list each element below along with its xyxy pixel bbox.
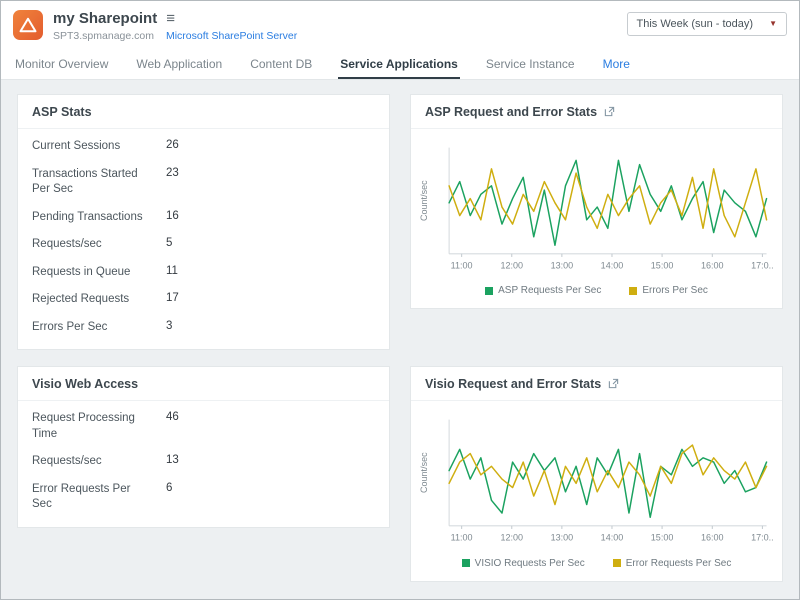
stat-value: 13 [152,454,179,466]
stat-value: 23 [152,167,179,179]
chart-title-visio: Visio Request and Error Stats [425,377,601,391]
legend-swatch-icon [462,559,470,567]
svg-text:11:00: 11:00 [451,533,473,543]
tab-monitor-overview[interactable]: Monitor Overview [13,48,110,79]
time-range-value: This Week (sun - today) [637,18,754,30]
card-grid: ASP Stats Current Sessions26Transactions… [17,94,783,582]
dashboard-content: ASP Stats Current Sessions26Transactions… [1,80,799,599]
stat-row: Requests in Queue11 [32,259,375,287]
legend-label: VISIO Requests Per Sec [475,558,585,569]
external-link-icon[interactable] [604,106,615,117]
legend-label: Errors Per Sec [642,285,708,296]
stat-value: 11 [152,265,178,277]
page-title: my Sharepoint [53,10,157,27]
legend-item[interactable]: Error Requests Per Sec [613,558,732,569]
asp-chart-card: ASP Request and Error Stats Count/sec 11:… [410,94,783,309]
line-chart: Count/sec 11:00 12:00 13:00 14:00 15:00 16:00 1… [413,137,774,281]
card-title-visio-stats: Visio Web Access [18,367,389,401]
svg-text:17:0..: 17:0.. [751,261,774,271]
time-range-dropdown[interactable]: This Week (sun - today) ▼ [627,12,787,36]
stat-row: Requests/sec5 [32,231,375,259]
stat-label: Transactions Started Per Sec [32,167,152,198]
tab-web-application[interactable]: Web Application [134,48,224,79]
sharepoint-monitor-logo [13,10,43,40]
app-window: my Sharepoint ≡ SPT3.spmanage.com Micros… [0,0,800,600]
legend-item[interactable]: VISIO Requests Per Sec [462,558,585,569]
triangle-logo-icon [18,15,38,35]
stat-label: Requests in Queue [32,265,152,281]
tab-bar: Monitor Overview Web Application Content D… [1,48,799,80]
tab-service-instance[interactable]: Service Instance [484,48,577,79]
svg-text:12:00: 12:00 [500,261,523,271]
stat-row: Rejected Requests17 [32,286,375,314]
stat-value: 3 [152,320,172,332]
legend-item[interactable]: ASP Requests Per Sec [485,285,601,296]
stat-label: Requests/sec [32,237,152,253]
hamburger-menu-icon[interactable]: ≡ [166,11,175,26]
legend-swatch-icon [485,287,493,295]
legend-label: Error Requests Per Sec [626,558,732,569]
svg-text:16:00: 16:00 [701,533,724,543]
svg-text:12:00: 12:00 [500,533,523,543]
stat-label: Error Requests Per Sec [32,482,152,513]
svg-text:17:0..: 17:0.. [751,533,774,543]
visio-stats-list: Request Processing Time46Requests/sec13E… [18,401,389,527]
stat-row: Request Processing Time46 [32,405,375,448]
visio-chart-card: Visio Request and Error Stats Count/sec 1… [410,366,783,581]
visio-chart-legend: VISIO Requests Per Sec Error Requests Per… [411,554,782,581]
svg-text:13:00: 13:00 [551,533,574,543]
chart-wrap: Count/sec 11:00 12:00 13:00 14:00 15:00 16:00 1… [411,129,782,281]
chart-wrap: Count/sec 11:00 12:00 13:00 14:00 15:00 16:00 1… [411,401,782,553]
external-link-icon[interactable] [608,378,619,389]
stat-row: Errors Per Sec3 [32,314,375,342]
stat-row: Current Sessions26 [32,133,375,161]
card-title-asp-stats: ASP Stats [18,95,389,129]
stat-row: Requests/sec13 [32,448,375,476]
stat-label: Rejected Requests [32,292,152,308]
stat-label: Pending Transactions [32,210,152,226]
stat-value: 46 [152,411,179,423]
svg-text:14:00: 14:00 [601,261,624,271]
stat-value: 6 [152,482,172,494]
legend-swatch-icon [629,287,637,295]
svg-text:14:00: 14:00 [601,533,624,543]
stat-label: Request Processing Time [32,411,152,442]
tab-content-db[interactable]: Content DB [248,48,314,79]
visio-chart-area: Count/sec 11:00 12:00 13:00 14:00 15:00 16:00 1… [413,409,774,553]
stat-label: Requests/sec [32,454,152,470]
server-type-link[interactable]: Microsoft SharePoint Server [166,30,297,42]
asp-chart-legend: ASP Requests Per Sec Errors Per Sec [411,281,782,308]
stat-row: Pending Transactions16 [32,204,375,232]
monitor-host: SPT3.spmanage.com [53,30,154,42]
header-text: my Sharepoint ≡ SPT3.spmanage.com Micros… [53,10,297,42]
tab-more[interactable]: More [601,48,632,79]
asp-stats-list: Current Sessions26Transactions Started P… [18,129,389,349]
svg-text:Count/sec: Count/sec [419,452,429,493]
svg-text:13:00: 13:00 [551,261,574,271]
stat-value: 26 [152,139,179,151]
asp-stats-card: ASP Stats Current Sessions26Transactions… [17,94,390,350]
legend-label: ASP Requests Per Sec [498,285,601,296]
stat-value: 5 [152,237,172,249]
asp-chart-area: Count/sec 11:00 12:00 13:00 14:00 15:00 16:00 1… [413,137,774,281]
stat-label: Current Sessions [32,139,152,155]
stat-row: Transactions Started Per Sec23 [32,161,375,204]
tab-service-applications[interactable]: Service Applications [338,48,460,79]
chart-title-asp: ASP Request and Error Stats [425,105,597,119]
svg-text:16:00: 16:00 [701,261,724,271]
svg-text:15:00: 15:00 [651,533,674,543]
svg-text:15:00: 15:00 [651,261,674,271]
line-chart: Count/sec 11:00 12:00 13:00 14:00 15:00 16:00 1… [413,409,774,553]
app-header: my Sharepoint ≡ SPT3.spmanage.com Micros… [1,1,799,48]
legend-swatch-icon [613,559,621,567]
chevron-down-icon: ▼ [769,20,777,28]
svg-text:11:00: 11:00 [451,261,473,271]
stat-value: 17 [152,292,179,304]
stat-value: 16 [152,210,179,222]
stat-label: Errors Per Sec [32,320,152,336]
legend-item[interactable]: Errors Per Sec [629,285,708,296]
svg-text:Count/sec: Count/sec [419,180,429,221]
visio-stats-card: Visio Web Access Request Processing Time… [17,366,390,528]
stat-row: Error Requests Per Sec6 [32,476,375,519]
